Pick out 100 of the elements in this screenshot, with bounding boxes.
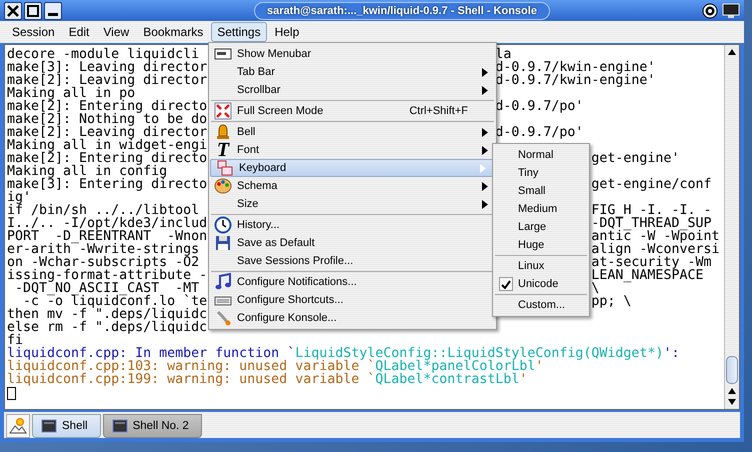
terminal-line: d-0.9.7/po': [495, 100, 584, 113]
clock-icon: [214, 216, 232, 234]
monitor-icon[interactable]: [722, 2, 740, 18]
terminal-line: d-0.9.7/kwin-engine': [495, 74, 656, 87]
terminal-line: align -Wconversi: [591, 243, 720, 256]
menu-item[interactable]: Tiny: [493, 164, 589, 182]
terminal-line: make[2]: Entering directo: [7, 151, 208, 166]
menu-item[interactable]: T Font: [209, 141, 496, 159]
tab[interactable]: Shell No. 2: [102, 414, 202, 438]
font-icon: T: [216, 141, 230, 159]
minimize-button[interactable]: [44, 2, 62, 20]
close-button[interactable]: [4, 2, 22, 20]
maximize-icon: [27, 4, 39, 16]
wrench-icon: [214, 309, 232, 327]
new-session-button[interactable]: [6, 414, 30, 438]
menu-item[interactable]: Normal: [493, 146, 589, 164]
terminal-line: get-engine': [591, 152, 680, 165]
arrows-icon: [214, 102, 232, 120]
terminal-line: FIG_H -I. -I. -: [591, 204, 712, 217]
menu-item[interactable]: History...: [209, 216, 496, 234]
terminal-line: PORT -D_REENTRANT -Wnon: [7, 229, 208, 244]
terminal-line: then mv -f ".deps/liquidc: [7, 307, 208, 322]
terminal-line: pp; \: [591, 295, 632, 308]
terminal-line: on -Wchar-subscripts -O2: [7, 255, 200, 270]
menu-item[interactable]: Medium: [493, 200, 589, 218]
minimize-icon: [48, 13, 58, 16]
terminal-line: antic -W -Wpoint: [591, 230, 720, 243]
menu-item[interactable]: Scrollbar: [209, 81, 496, 99]
menu-item[interactable]: Configure Notifications...: [209, 273, 496, 291]
terminal-line: \: [591, 282, 600, 295]
menu-item[interactable]: Help: [268, 22, 306, 42]
scrollbar-thumb[interactable]: [726, 356, 738, 384]
tab[interactable]: Shell: [32, 414, 101, 438]
terminal-line: decore -module liquidcli: [7, 47, 200, 62]
terminal-line: liquidconf.cpp: In member function `LiquidStyleConfig::LiquidStyleConfig(QWidget*)':: [7, 347, 680, 360]
close-icon: [7, 4, 19, 16]
palette-icon: [214, 177, 232, 195]
scroll-up-icon[interactable]: [727, 48, 737, 56]
terminal-line: make[2]: Leaving director: [7, 125, 208, 140]
terminal-line: liquidconf.cpp:199: warning: unused variable `QLabel*contrastLbl': [7, 373, 528, 386]
terminal-line: Making all in config: [7, 165, 168, 178]
menu-item[interactable]: Tab Bar: [209, 63, 496, 81]
terminal-line: make[2]: Leaving director: [7, 73, 208, 88]
gear-icon[interactable]: [702, 2, 718, 18]
maximize-button[interactable]: [24, 2, 42, 20]
terminal-line: else rm -f ".deps/liquidc: [7, 320, 208, 335]
landscape-icon: [8, 417, 28, 435]
menu-item[interactable]: Configure Konsole...: [209, 309, 496, 327]
menu-item[interactable]: Large: [493, 218, 589, 236]
terminal-line: make[2]: Nothing to be do: [7, 112, 208, 127]
terminal-line: la: [495, 48, 512, 61]
terminal-line: ig': [7, 191, 32, 204]
checkmark-icon: [501, 280, 511, 288]
menu-item[interactable]: Configure Shortcuts...: [209, 291, 496, 309]
terminal-line: -c -o liquidconf.lo `te: [23, 294, 208, 309]
floppy-icon: [214, 234, 232, 252]
menu-item[interactable]: View: [97, 22, 136, 42]
bell-icon: [214, 123, 232, 141]
menu-item[interactable]: Unicode: [493, 275, 589, 293]
terminal-line: LEAN_NAMESPACE: [591, 269, 704, 282]
terminal-line: d-0.9.7/po': [495, 126, 584, 139]
menu-item[interactable]: Linux: [493, 257, 589, 275]
terminal-line: liquidconf.cpp:103: warning: unused variable `QLabel*panelColorLbl': [7, 360, 544, 373]
menu-item[interactable]: Custom...: [493, 296, 589, 314]
terminal-line: make[3]: Leaving director: [7, 60, 208, 75]
terminal-line: make[2]: Entering directo: [7, 99, 208, 114]
terminal-line: if /bin/sh ../../libtool: [7, 203, 200, 218]
scroll-down-icon[interactable]: [727, 398, 737, 406]
terminal-icon: [112, 419, 128, 433]
terminal-line: er-arith -Wwrite-strings: [7, 242, 200, 257]
menu-item[interactable]: Bookmarks: [137, 22, 210, 42]
menu-item[interactable]: Small: [493, 182, 589, 200]
menu-item[interactable]: Edit: [62, 22, 96, 42]
music-note-icon: [214, 273, 232, 291]
menu-item[interactable]: Save as Default: [209, 234, 496, 252]
window-title: sarath@sarath:..._kwin/liquid-0.9.7 - Shell - Konsole: [254, 2, 550, 20]
menu-item[interactable]: Settings: [211, 22, 267, 42]
terminal-line: Making all in po: [7, 87, 136, 100]
terminal-line: -DQT_THREAD_SUP: [591, 217, 712, 230]
menu-item[interactable]: Show Menubar: [209, 45, 496, 63]
menu-item[interactable]: Huge: [493, 236, 589, 254]
keyboard-layout-icon: [216, 159, 234, 177]
menu-item[interactable]: Full Screen Mode Ctrl+Shift+F: [209, 102, 496, 120]
scrollbar[interactable]: [724, 45, 739, 409]
menu-item[interactable]: Save Sessions Profile...: [209, 252, 496, 270]
menu-item[interactable]: Size: [209, 195, 496, 213]
menu-item[interactable]: Keyboard: [210, 159, 495, 177]
terminal-icon: [41, 419, 57, 433]
menu-item[interactable]: Schema: [209, 177, 496, 195]
menu-item[interactable]: Bell: [209, 123, 496, 141]
terminal-line: Making all in widget-engi: [7, 138, 208, 153]
terminal-line: issing-format-attribute -: [7, 268, 208, 283]
terminal-line: at-security -Wm: [591, 256, 712, 269]
terminal-line: get-engine/conf: [591, 178, 712, 191]
menu-item[interactable]: Session: [6, 22, 61, 42]
terminal-line: fi: [7, 334, 24, 347]
text-cursor: [7, 387, 16, 400]
terminal-line: d-0.9.7/kwin-engine': [495, 61, 656, 74]
terminal-line: make[3]: Entering directo: [7, 177, 208, 192]
scroll-up-icon[interactable]: [727, 387, 737, 395]
